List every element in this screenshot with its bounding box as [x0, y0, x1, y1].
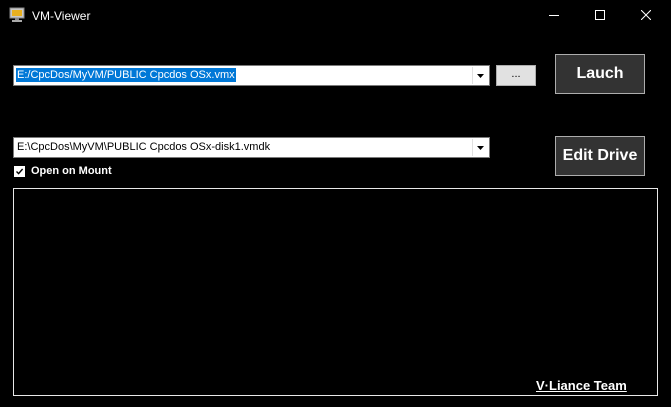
- maximize-button[interactable]: [577, 0, 623, 31]
- window-title: VM-Viewer: [32, 9, 91, 23]
- chevron-down-icon: [477, 146, 484, 150]
- vmdk-path-dropdown-button[interactable]: [472, 139, 488, 156]
- vmx-path-dropdown-button[interactable]: [472, 67, 488, 84]
- browse-button[interactable]: ...: [496, 65, 536, 86]
- title-bar: VM-Viewer: [0, 0, 671, 31]
- vm-viewer-app-icon: [9, 7, 25, 23]
- close-button[interactable]: [623, 0, 669, 31]
- launch-button[interactable]: Lauch: [555, 54, 645, 94]
- vmdk-path-value: E:\CpcDos\MyVM\PUBLIC Cpcdos OSx-disk1.v…: [17, 141, 271, 153]
- output-panel: [13, 188, 658, 396]
- credit-label: V·Liance Team: [533, 378, 631, 394]
- checkmark-icon: [16, 168, 24, 175]
- chevron-down-icon: [477, 74, 484, 78]
- edit-drive-button[interactable]: Edit Drive: [555, 136, 645, 176]
- vmdk-path-combobox[interactable]: E:\CpcDos\MyVM\PUBLIC Cpcdos OSx-disk1.v…: [13, 137, 490, 158]
- vmx-path-value: E:/CpcDos/MyVM/PUBLIC Cpcdos OSx.vmx: [16, 68, 236, 82]
- close-icon: [641, 10, 651, 20]
- vmx-path-combobox[interactable]: E:/CpcDos/MyVM/PUBLIC Cpcdos OSx.vmx: [13, 65, 490, 86]
- minimize-button[interactable]: [531, 0, 577, 31]
- open-on-mount-checkbox[interactable]: [14, 166, 25, 177]
- minimize-icon: [549, 15, 559, 16]
- maximize-icon: [595, 10, 605, 20]
- open-on-mount-label: Open on Mount: [31, 165, 112, 177]
